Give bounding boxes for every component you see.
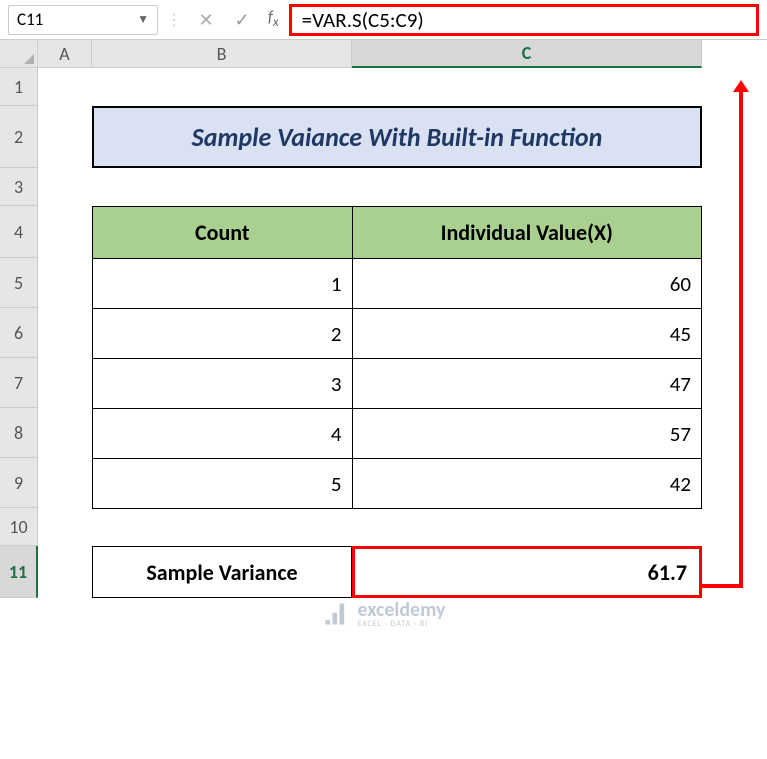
row-header-2[interactable]: 2: [0, 106, 38, 168]
cancel-icon[interactable]: ✕: [190, 5, 222, 35]
spreadsheet-area: A B C 1 2 3 4 5 6 7 8 9 10 11 Sample Vai…: [0, 40, 767, 68]
header-count[interactable]: Count: [93, 207, 353, 259]
data-table: Count Individual Value(X) 1 60 2 45 3 47: [92, 206, 702, 509]
result-label[interactable]: Sample Variance: [92, 546, 352, 598]
result-value[interactable]: 61.7: [352, 546, 702, 598]
column-headers: A B C: [38, 40, 767, 68]
row-headers: 1 2 3 4 5 6 7 8 9 10 11: [0, 68, 38, 598]
row-header-3[interactable]: 3: [0, 168, 38, 206]
name-box[interactable]: C11 ▼: [8, 5, 158, 35]
row-header-5[interactable]: 5: [0, 258, 38, 308]
result-row: Sample Variance 61.7: [92, 546, 702, 598]
cell-value[interactable]: 42: [352, 459, 701, 509]
column-header-C[interactable]: C: [352, 40, 702, 68]
row-header-10[interactable]: 10: [0, 508, 38, 546]
cell-count[interactable]: 5: [93, 459, 353, 509]
separator: ⋮: [166, 10, 182, 30]
cell-count[interactable]: 4: [93, 409, 353, 459]
watermark-text: exceldemy EXCEL · DATA · BI: [357, 600, 445, 628]
cell-value[interactable]: 47: [352, 359, 701, 409]
select-all-corner[interactable]: [0, 40, 38, 68]
fx-icon[interactable]: fx: [268, 8, 279, 30]
table-row: 1 60: [93, 259, 702, 309]
formula-input[interactable]: =VAR.S(C5:C9): [289, 4, 759, 36]
row-header-1[interactable]: 1: [0, 68, 38, 106]
cell-count[interactable]: 3: [93, 359, 353, 409]
check-icon[interactable]: ✓: [226, 5, 258, 35]
annotation-arrow-connector: [701, 584, 743, 588]
table-row: 4 57: [93, 409, 702, 459]
watermark-name: exceldemy: [357, 600, 445, 620]
formula-bar: C11 ▼ ⋮ ✕ ✓ fx =VAR.S(C5:C9): [0, 0, 767, 40]
cell-value[interactable]: 45: [352, 309, 701, 359]
watermark: exceldemy EXCEL · DATA · BI: [321, 600, 445, 628]
watermark-logo-icon: [321, 600, 349, 628]
table-row: 3 47: [93, 359, 702, 409]
table-row: 2 45: [93, 309, 702, 359]
formula-text: =VAR.S(C5:C9): [302, 7, 424, 33]
row-header-9[interactable]: 9: [0, 458, 38, 508]
row-header-11[interactable]: 11: [0, 546, 38, 598]
table-header-row: Count Individual Value(X): [93, 207, 702, 259]
table-row: 5 42: [93, 459, 702, 509]
cell-value[interactable]: 60: [352, 259, 701, 309]
title-cell[interactable]: Sample Vaiance With Built-in Function: [92, 106, 702, 168]
cell-count[interactable]: 1: [93, 259, 353, 309]
column-header-B[interactable]: B: [92, 40, 352, 68]
cell-value[interactable]: 57: [352, 409, 701, 459]
column-header-A[interactable]: A: [38, 40, 92, 68]
chevron-down-icon: ▼: [137, 12, 149, 27]
row-header-6[interactable]: 6: [0, 308, 38, 358]
header-value[interactable]: Individual Value(X): [352, 207, 701, 259]
cell-count[interactable]: 2: [93, 309, 353, 359]
watermark-tagline: EXCEL · DATA · BI: [357, 620, 445, 628]
row-header-8[interactable]: 8: [0, 408, 38, 458]
row-header-4[interactable]: 4: [0, 206, 38, 258]
row-header-7[interactable]: 7: [0, 358, 38, 408]
name-box-value: C11: [17, 9, 43, 30]
annotation-arrow: [739, 84, 743, 586]
